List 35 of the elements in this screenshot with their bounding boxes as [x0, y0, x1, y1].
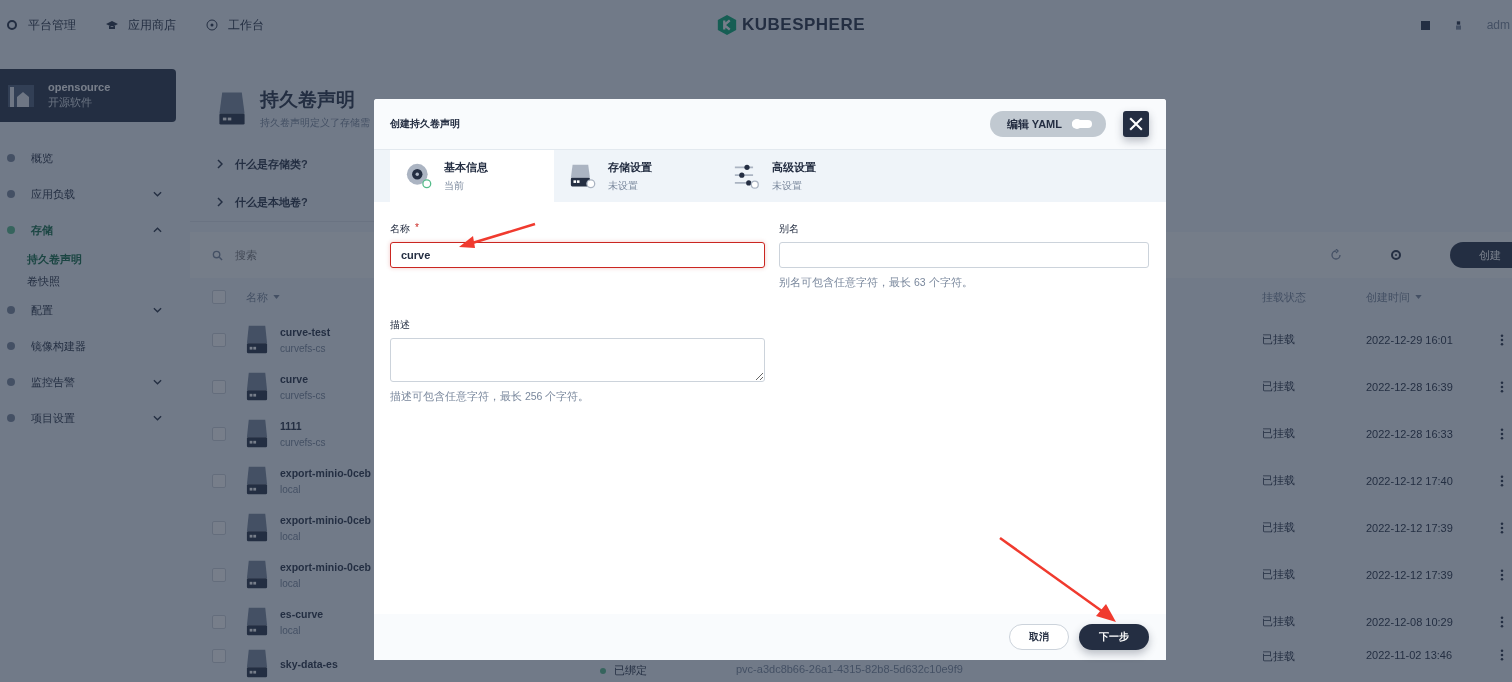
table-cell-text: 已挂载 [1262, 332, 1296, 347]
table-cell-text: 2022-12-12 17:39 [1366, 568, 1454, 581]
table-cell-text: 已挂载 [1262, 520, 1296, 535]
field-label: 描述 [390, 318, 410, 332]
required-mark: * [415, 222, 419, 235]
table-cell-text: 2022-12-28 16:39 [1366, 380, 1454, 393]
step-title: 高级设置 [772, 159, 816, 175]
table-cell-text: 已挂载 [1262, 614, 1296, 629]
table-cell-text: 已挂载 [1262, 426, 1296, 441]
table-cell-text: 已挂载 [1262, 379, 1296, 394]
page-title: 持久卷声明 [260, 88, 356, 112]
table-cell-text: 2022-11-02 13:46 [1366, 649, 1454, 661]
faq-question: 什么是存储类? [235, 156, 308, 172]
step-status: 未设置 [772, 178, 803, 193]
dialog-title: 创建持久卷声明 [390, 117, 461, 131]
status-text: 已绑定 [576, 663, 736, 678]
table-cell-text: 已挂载 [1262, 473, 1296, 488]
step-title: 存储设置 [608, 159, 652, 175]
table-cell-text: 已挂载 [1262, 649, 1296, 664]
field-hint: 描述可包含任意字符，最长 256 个字符。 [390, 390, 591, 404]
logo-text: KUBESPHERE [742, 15, 866, 35]
workspace-name: opensource [48, 81, 111, 93]
table-cell-text: 2022-12-12 17:39 [1366, 521, 1454, 534]
faq-question: 什么是本地卷? [235, 194, 308, 210]
step-status: 当前 [444, 178, 465, 193]
table-cell-text: 已挂载 [1262, 567, 1296, 582]
step-title: 基本信息 [444, 159, 488, 175]
table-cell-text: 2022-12-12 17:40 [1366, 474, 1454, 487]
field-label: 名称 [390, 222, 410, 236]
table-cell-text: 2022-12-08 10:29 [1366, 615, 1454, 628]
step-status: 未设置 [608, 178, 639, 193]
table-cell-text: 2022-12-28 16:33 [1366, 427, 1454, 440]
field-hint: 别名可包含任意字符，最长 63 个字符。 [779, 276, 974, 290]
table-cell-text: 2022-12-29 16:01 [1366, 333, 1454, 346]
field-label: 别名 [779, 222, 799, 236]
